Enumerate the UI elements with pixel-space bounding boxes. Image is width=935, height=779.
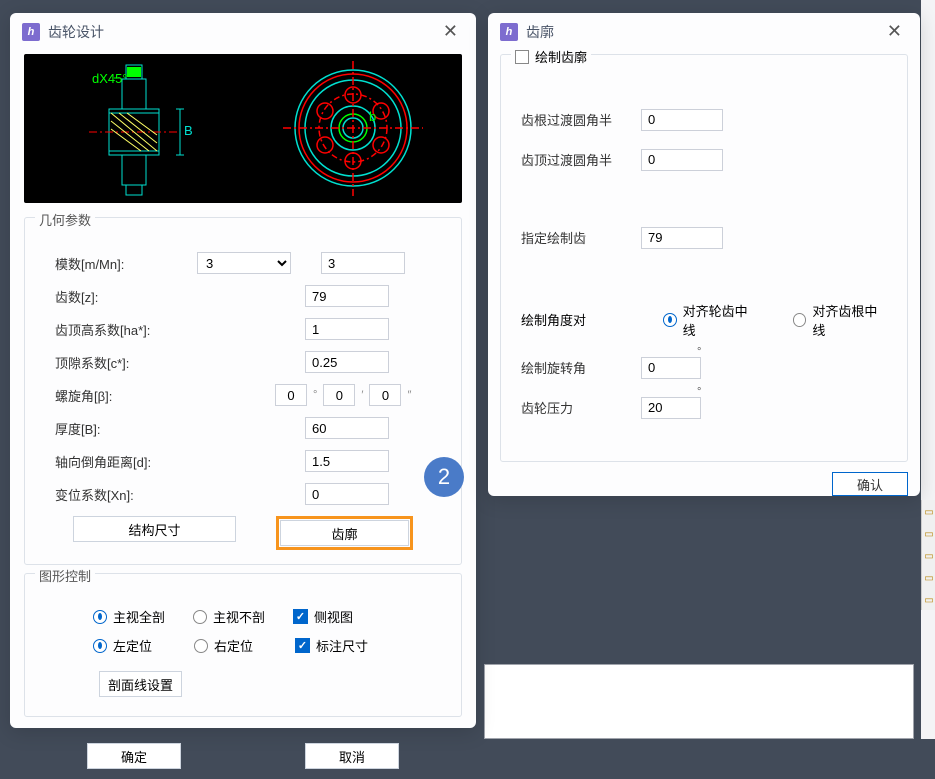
svg-text:dX45°: dX45°	[92, 71, 128, 86]
main-full-section-radio[interactable]: 主视全剖	[93, 607, 165, 626]
close-icon[interactable]: ✕	[881, 21, 908, 42]
gear-diagram: B dX45°	[24, 54, 462, 203]
align-tooth-center-radio[interactable]: 对齐轮齿中线	[663, 301, 757, 339]
cancel-button[interactable]: 取消	[305, 743, 399, 769]
close-icon[interactable]: ✕	[437, 21, 464, 42]
app-icon: h	[500, 23, 518, 41]
tip-fillet-label: 齿顶过渡圆角半	[521, 150, 641, 169]
modulus-label: 模数[m/Mn]:	[43, 254, 197, 273]
rotation-input[interactable]	[641, 357, 701, 379]
clearance-label: 顶隙系数[c*]:	[43, 353, 197, 372]
helix-sec-input[interactable]	[369, 384, 401, 406]
folder-icon[interactable]: ▭	[922, 502, 935, 522]
addendum-input[interactable]	[305, 318, 389, 340]
pressure-input[interactable]	[641, 397, 701, 419]
confirm-button[interactable]: 确认	[832, 472, 908, 496]
teeth-label: 齿数[z]:	[43, 287, 197, 306]
side-view-checkbox[interactable]: ✓侧视图	[293, 607, 353, 626]
dialog-title: 齿轮设计	[48, 22, 437, 42]
addendum-label: 齿顶高系数[ha*]:	[43, 320, 197, 339]
tooth-profile-dialog: h 齿廓 ✕ 绘制齿廓 齿根过渡圆角半 齿顶过渡圆角半 指定绘制齿	[488, 13, 920, 496]
right-position-radio[interactable]: 右定位	[194, 636, 253, 655]
tip-fillet-input[interactable]	[641, 149, 723, 171]
modulus-input[interactable]	[321, 252, 405, 274]
annotation-marker: 2	[424, 457, 464, 497]
folder-icon[interactable]: ▭	[922, 568, 935, 588]
root-fillet-input[interactable]	[641, 109, 723, 131]
hatch-settings-button[interactable]: 剖面线设置	[99, 671, 182, 697]
folder-icon[interactable]: ▭	[922, 590, 935, 610]
side-toolbar: ▭ ▭ ▭ ▭ ▭	[921, 500, 935, 610]
folder-icon[interactable]: ▭	[922, 546, 935, 566]
helix-deg-input[interactable]	[275, 384, 307, 406]
app-icon: h	[22, 23, 40, 41]
dialog-title: 齿廓	[526, 22, 881, 42]
struct-dim-button[interactable]: 结构尺寸	[73, 516, 236, 542]
shift-label: 变位系数[Xn]:	[43, 485, 197, 504]
left-position-radio[interactable]: 左定位	[93, 636, 152, 655]
pressure-label: 齿轮压力	[521, 398, 641, 417]
profile-button-highlight: 齿廓	[276, 516, 413, 550]
helix-label: 螺旋角[β]:	[43, 386, 197, 405]
helix-min-input[interactable]	[323, 384, 355, 406]
draw-teeth-input[interactable]	[641, 227, 723, 249]
dimension-checkbox[interactable]: ✓标注尺寸	[295, 636, 368, 655]
chamfer-input[interactable]	[305, 450, 389, 472]
chamfer-label: 轴向倒角距离[d]:	[43, 452, 197, 471]
ok-button[interactable]: 确定	[87, 743, 181, 769]
teeth-input[interactable]	[305, 285, 389, 307]
svg-text:b: b	[369, 109, 376, 124]
graphic-control-label: 图形控制	[35, 566, 95, 585]
folder-icon[interactable]: ▭	[922, 524, 935, 544]
gear-design-dialog: h 齿轮设计 ✕ B dX45°	[10, 13, 476, 728]
bottom-editor[interactable]	[484, 664, 914, 739]
draw-profile-checkbox[interactable]	[515, 50, 529, 64]
main-no-section-radio[interactable]: 主视不剖	[193, 607, 265, 626]
profile-button[interactable]: 齿廓	[280, 520, 409, 546]
root-fillet-label: 齿根过渡圆角半	[521, 110, 641, 129]
thickness-label: 厚度[B]:	[43, 419, 197, 438]
rotation-label: 绘制旋转角	[521, 358, 641, 377]
thickness-input[interactable]	[305, 417, 389, 439]
draw-teeth-label: 指定绘制齿	[521, 228, 641, 247]
shift-input[interactable]	[305, 483, 389, 505]
angle-align-label: 绘制角度对	[521, 310, 627, 329]
geom-params-label: 几何参数	[35, 210, 95, 229]
align-root-center-radio[interactable]: 对齐齿根中线	[793, 301, 887, 339]
clearance-input[interactable]	[305, 351, 389, 373]
graphic-control-fieldset: 图形控制 主视全剖 主视不剖 ✓侧视图 左定位 右定位 ✓标注尺寸 剖面线	[24, 573, 462, 717]
modulus-combo[interactable]: 3	[197, 252, 291, 274]
geom-params-fieldset: 几何参数 模数[m/Mn]: 3 齿数[z]: 齿顶高系数[ha*]: 顶隙系数…	[24, 217, 462, 565]
svg-text:B: B	[184, 123, 193, 138]
